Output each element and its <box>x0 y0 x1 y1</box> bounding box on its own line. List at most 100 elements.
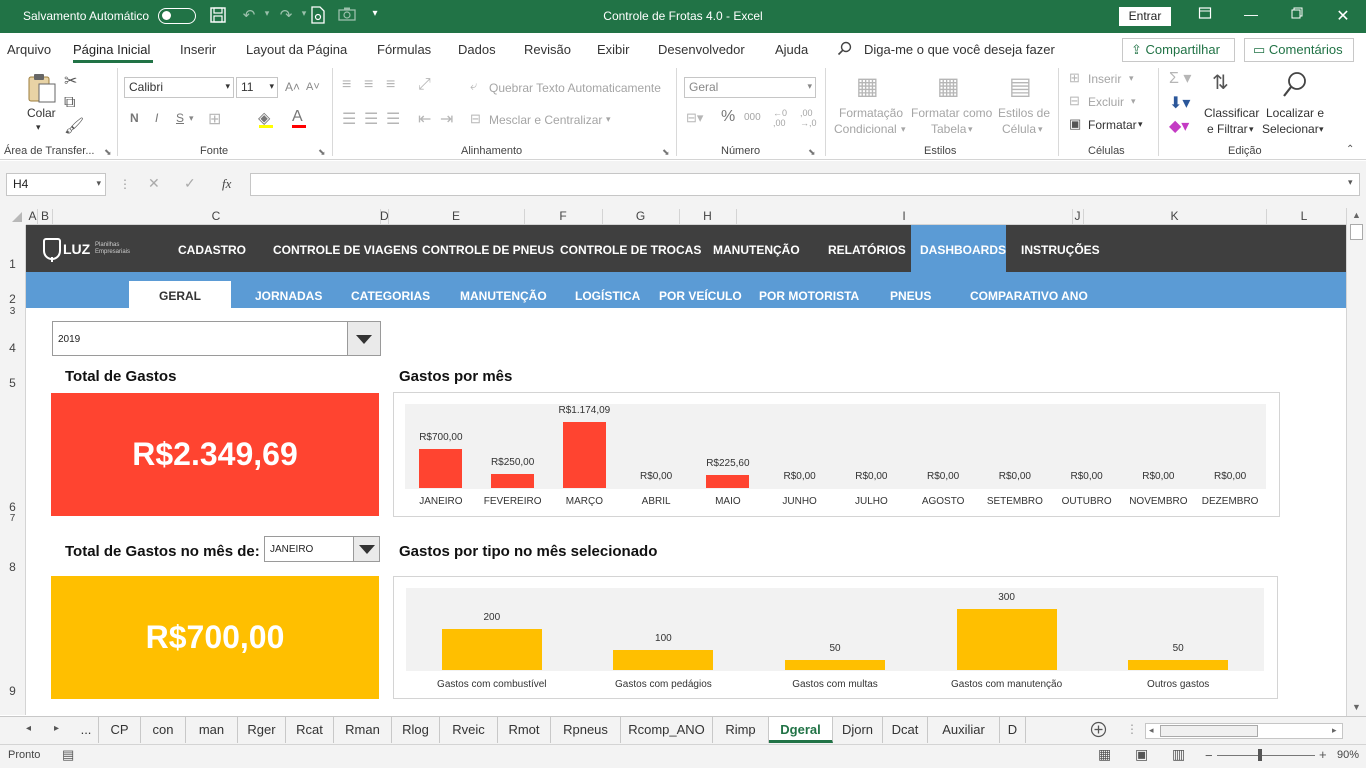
subnav-comparativo-ano[interactable]: COMPARATIVO ANO <box>970 289 1088 303</box>
autosum-icon[interactable]: Σ ▾ <box>1169 68 1191 88</box>
bar-month-1[interactable] <box>491 474 535 488</box>
row-header-7[interactable]: 7 <box>0 513 25 524</box>
sheet-tab-rger[interactable]: Rger <box>238 717 286 743</box>
col-header-B[interactable]: B <box>38 209 52 223</box>
subnav-pneus[interactable]: PNEUS <box>890 289 931 303</box>
tell-me-search-input[interactable]: Diga-me o que você deseja fazer <box>864 42 1055 57</box>
sheet-tab-rimp[interactable]: Rimp <box>713 717 769 743</box>
paste-dropdown-icon[interactable]: ▾ <box>36 122 41 133</box>
currency-icon[interactable]: ⊟▾ <box>686 110 703 126</box>
increase-font-icon[interactable]: A˄ <box>285 80 300 94</box>
normal-view-icon[interactable]: ▦ <box>1098 746 1111 763</box>
conditional-dropdown-icon[interactable]: ▾ <box>901 124 906 135</box>
nav-cadastro[interactable]: CADASTRO <box>178 243 246 257</box>
subnav-geral[interactable]: GERAL <box>129 289 231 303</box>
subnav-categorias[interactable]: CATEGORIAS <box>351 289 430 303</box>
tab-ajuda[interactable]: Ajuda <box>775 42 808 57</box>
sheet-tab-rveic[interactable]: Rveic <box>440 717 498 743</box>
italic-button[interactable]: I <box>155 111 158 125</box>
paste-label[interactable]: Colar <box>27 106 56 120</box>
decrease-decimal-icon[interactable]: ,00 →,0 <box>800 108 817 128</box>
ribbon-display-options-icon[interactable] <box>1190 6 1220 23</box>
underline-dropdown-icon[interactable]: ▾ <box>189 113 194 124</box>
sort-filter-label-2[interactable]: e Filtrar <box>1207 122 1248 136</box>
merge-dropdown-icon[interactable]: ▾ <box>606 114 611 125</box>
cell-styles-label-1[interactable]: Estilos de <box>998 106 1050 120</box>
row-header-5[interactable]: 5 <box>0 376 25 390</box>
bar-type-1[interactable] <box>613 650 714 670</box>
find-dropdown-icon[interactable]: ▾ <box>1319 124 1324 135</box>
row-header-2[interactable]: 2 <box>0 292 25 306</box>
cell-styles-dropdown-icon[interactable]: ▾ <box>1038 124 1043 135</box>
sheet-tab--[interactable]: ... <box>74 717 99 743</box>
subnav-por-veiculo[interactable]: POR VEÍCULO <box>659 289 742 303</box>
tab-formulas[interactable]: Fórmulas <box>377 42 431 57</box>
zoom-level[interactable]: 90% <box>1337 749 1359 761</box>
col-header-D[interactable]: D <box>380 209 389 223</box>
format-as-table-label-2[interactable]: Tabela <box>931 122 966 136</box>
tab-exibir[interactable]: Exibir <box>597 42 630 57</box>
align-left-icon[interactable]: ☰ <box>342 109 356 129</box>
cell-styles-icon[interactable]: ▤ <box>1009 72 1032 101</box>
col-header-J[interactable]: J <box>1072 209 1083 223</box>
bold-button[interactable]: N <box>130 111 139 125</box>
tab-dados[interactable]: Dados <box>458 42 496 57</box>
select-all-corner[interactable] <box>0 208 26 225</box>
delete-cells-button[interactable]: Excluir <box>1088 95 1124 109</box>
find-select-label-1[interactable]: Localizar e <box>1266 106 1324 120</box>
nav-dashboards[interactable]: DASHBOARDS <box>920 243 1006 257</box>
format-as-table-icon[interactable]: ▦ <box>937 72 960 101</box>
number-format-select[interactable]: Geral ▾ <box>684 77 816 98</box>
month-dropdown[interactable]: JANEIRO <box>264 536 380 562</box>
conditional-formatting-icon[interactable]: ▦ <box>856 72 879 101</box>
restore-icon[interactable] <box>1282 6 1312 22</box>
conditional-formatting-label-1[interactable]: Formatação <box>839 106 903 120</box>
scroll-tabs-left-icon[interactable]: ◂ <box>26 723 31 734</box>
font-launcher-icon[interactable]: ⬊ <box>318 147 326 158</box>
format-as-table-label-1[interactable]: Formatar como <box>911 106 992 120</box>
clipboard-launcher-icon[interactable]: ⬊ <box>104 147 112 158</box>
col-header-A[interactable]: A <box>28 209 37 223</box>
bar-type-0[interactable] <box>441 629 542 670</box>
macro-record-icon[interactable]: ▤ <box>62 747 74 763</box>
row-header-3[interactable]: 3 <box>0 306 25 317</box>
chevron-down-icon[interactable] <box>353 537 379 561</box>
horizontal-scrollbar[interactable]: ◂ ▸ <box>1145 723 1343 739</box>
borders-icon[interactable]: ⊞ <box>208 109 221 129</box>
tab-revisao[interactable]: Revisão <box>524 42 571 57</box>
underline-button[interactable]: S <box>176 111 184 125</box>
sheet-tab-rlog[interactable]: Rlog <box>392 717 440 743</box>
zoom-slider-handle[interactable] <box>1258 749 1262 761</box>
alignment-launcher-icon[interactable]: ⬊ <box>662 147 670 158</box>
table-dropdown-icon[interactable]: ▾ <box>968 124 973 135</box>
sheet-tab-auxiliar[interactable]: Auxiliar <box>928 717 1000 743</box>
sort-filter-label-1[interactable]: Classificar <box>1204 106 1259 120</box>
align-right-icon[interactable]: ☰ <box>386 109 400 129</box>
chevron-down-icon[interactable] <box>347 322 380 355</box>
nav-instrucoes[interactable]: INSTRUÇÕES <box>1021 243 1100 257</box>
thousands-icon[interactable]: 000 <box>744 112 761 123</box>
horizontal-scroll-thumb[interactable] <box>1160 725 1258 737</box>
insert-dropdown-icon[interactable]: ▾ <box>1129 73 1134 84</box>
minimize-icon[interactable]: — <box>1236 6 1266 22</box>
tab-inserir[interactable]: Inserir <box>180 42 216 57</box>
col-header-K[interactable]: K <box>1083 209 1266 223</box>
vertical-scroll-thumb[interactable] <box>1350 224 1363 240</box>
bar-type-3[interactable] <box>956 609 1057 670</box>
nav-controle-trocas[interactable]: CONTROLE DE TROCAS <box>560 243 701 257</box>
row-header-1[interactable]: 1 <box>0 257 25 271</box>
sign-in-button[interactable]: Entrar <box>1119 7 1171 26</box>
sheet-tab-rman[interactable]: Rman <box>334 717 392 743</box>
sheet-tab-man[interactable]: man <box>186 717 238 743</box>
year-dropdown[interactable]: 2019 <box>52 321 381 356</box>
sheet-tab-rmot[interactable]: Rmot <box>498 717 551 743</box>
conditional-formatting-label-2[interactable]: Condicional <box>834 122 897 136</box>
font-color-icon[interactable]: A <box>292 108 303 126</box>
fill-icon[interactable]: ⬇▾ <box>1169 93 1190 113</box>
wrap-text-button[interactable]: Quebrar Texto Automaticamente <box>489 81 661 95</box>
nav-controle-viagens[interactable]: CONTROLE DE VIAGENS <box>273 243 418 257</box>
cell-styles-label-2[interactable]: Célula <box>1002 122 1036 136</box>
zoom-out-icon[interactable]: − <box>1205 748 1213 763</box>
clear-icon[interactable]: ◆▾ <box>1169 116 1189 136</box>
format-dropdown-icon[interactable]: ▾ <box>1138 119 1143 130</box>
